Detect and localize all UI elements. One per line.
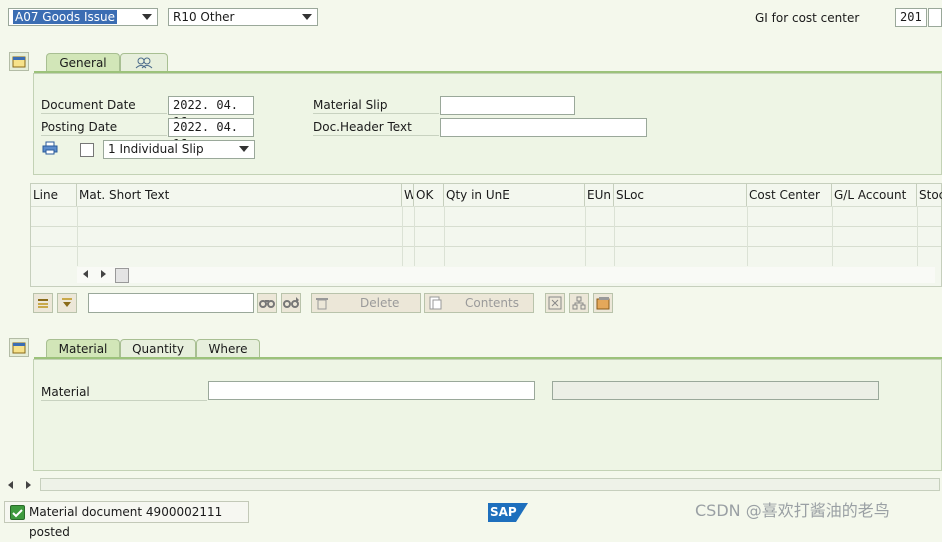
hierarchy-button[interactable] [569,293,589,313]
grid-divider [585,206,586,266]
detail-panel [33,359,942,471]
tab-material-label: Material [58,342,108,356]
grid-divider [414,206,415,266]
material-slip-field[interactable] [440,96,575,115]
col-header-sloc[interactable]: SLoc [614,184,747,206]
movement-type-dropdown[interactable]: A07 Goods Issue [8,8,158,26]
tab-general[interactable]: General [46,53,120,71]
sap-logo: SAP [488,503,528,522]
move-down-button[interactable] [57,293,77,313]
reference-value: R10 Other [173,10,235,24]
grid-divider [402,206,403,266]
delete-button-label: Delete [360,296,400,310]
contents-icon [428,296,442,315]
expand-all-button[interactable] [545,293,565,313]
col-header-line[interactable]: Line [31,184,77,206]
grid-divider [917,206,918,266]
tab-material[interactable]: Material [46,339,120,357]
toggle-detail-icon[interactable] [9,338,29,357]
search-input[interactable] [88,293,254,313]
reference-dropdown[interactable]: R10 Other [168,8,318,26]
scroll-track[interactable] [40,478,940,491]
col-header-mat-short-text[interactable]: Mat. Short Text [77,184,402,206]
grid-divider [747,206,748,266]
sap-logo-text: SAP [490,505,517,519]
grid-divider [614,206,615,266]
chevron-down-icon [302,14,312,20]
col-header-eun[interactable]: EUn [585,184,614,206]
status-message: Material document 4900002111 posted [29,505,223,539]
partner-icon [135,57,153,72]
print-checkbox[interactable] [80,143,94,157]
printer-icon[interactable] [42,141,58,158]
tab-where[interactable]: Where [196,339,260,357]
document-date-label: Document Date [41,97,167,114]
grid-divider [832,206,833,266]
items-grid: Line Mat. Short Text W OK Qty in UnE EUn… [30,183,942,287]
tab-where-label: Where [208,342,248,356]
material-field[interactable] [208,381,535,400]
tab-quantity-label: Quantity [132,342,184,356]
col-header-cost-center[interactable]: Cost Center [747,184,832,206]
toggle-header-icon[interactable] [9,52,29,71]
movement-code-extra[interactable] [928,8,942,27]
posting-date-label: Posting Date [41,119,167,136]
chevron-down-icon [142,14,152,20]
col-header-gl-account[interactable]: G/L Account [832,184,917,206]
table-row[interactable] [31,246,941,267]
scroll-left-icon[interactable] [83,270,88,278]
tab-quantity[interactable]: Quantity [120,339,196,357]
col-header-qty[interactable]: Qty in UnE [444,184,585,206]
movement-type-value: A07 Goods Issue [13,10,117,24]
success-check-icon [10,505,25,520]
scroll-thumb[interactable] [115,268,129,283]
window-horizontal-scrollbar[interactable] [4,477,942,493]
delete-button[interactable]: Delete [311,293,421,313]
grid-divider [444,206,445,266]
scroll-right-icon[interactable] [26,481,31,489]
movement-code-field[interactable]: 201 [895,8,927,27]
table-row[interactable] [31,206,941,227]
grid-divider [77,206,78,266]
layout-button[interactable] [593,293,613,313]
slip-option-value: 1 Individual Slip [108,142,204,156]
trash-icon [315,296,329,315]
doc-header-text-field[interactable] [440,118,647,137]
tab-general-label: General [59,56,107,70]
col-header-stock[interactable]: Stoc [917,184,942,206]
chevron-down-icon [239,146,249,152]
status-bar: Material document 4900002111 posted [4,501,249,539]
col-header-w[interactable]: W [402,184,414,206]
watermark: CSDN @喜欢打酱油的老鸟 [695,501,890,520]
material-slip-label: Material Slip [313,97,439,114]
material-label: Material [41,384,207,401]
scroll-right-icon[interactable] [101,270,106,278]
move-up-button[interactable] [33,293,53,313]
col-header-ok[interactable]: OK [414,184,444,206]
posting-date-field[interactable]: 2022. 04. 16 [168,118,254,151]
document-date-field[interactable]: 2022. 04. 16 [168,96,254,129]
find-button[interactable] [257,293,277,313]
scroll-left-icon[interactable] [8,481,13,489]
doc-header-text-label: Doc.Header Text [313,119,439,136]
horizontal-scrollbar[interactable] [77,267,935,283]
find-next-button[interactable] [281,293,301,313]
contents-button-label: Contents [465,296,519,310]
material-description-field [552,381,879,400]
table-row[interactable] [31,226,941,247]
contents-button[interactable]: Contents [424,293,534,313]
slip-option-dropdown[interactable]: 1 Individual Slip [103,140,255,159]
tab-partner[interactable] [120,53,168,71]
gi-label: GI for cost center [755,11,860,25]
